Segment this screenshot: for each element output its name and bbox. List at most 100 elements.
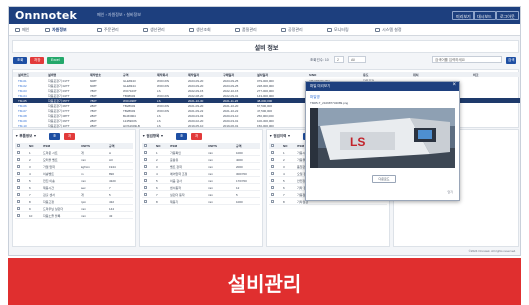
close-icon[interactable]: × — [452, 82, 456, 88]
row-checkbox[interactable] — [17, 151, 20, 154]
row-checkbox[interactable] — [271, 186, 274, 189]
checkbox-cell[interactable] — [271, 151, 274, 155]
row-checkbox[interactable] — [17, 179, 20, 182]
row-checkbox[interactable] — [17, 207, 20, 210]
close-link[interactable]: 닫기 — [447, 190, 453, 194]
menu-item-monitoring[interactable]: 모니터링 — [327, 27, 349, 33]
checkbox-cell[interactable] — [271, 144, 274, 148]
list-item[interactable]: 5 이음 검사 mm 170/700 — [142, 178, 260, 184]
list-item[interactable]: 4 에어압력 조정 mm 300/700 — [142, 171, 260, 177]
menu-item-main[interactable]: 메인 — [15, 27, 29, 33]
row-checkbox[interactable] — [17, 172, 20, 175]
checkbox-cell[interactable] — [271, 158, 274, 162]
list-item[interactable]: 6 센서동작 mm 12 — [142, 185, 260, 191]
row-checkbox[interactable] — [144, 179, 147, 182]
row-checkbox[interactable] — [144, 172, 147, 175]
row-checkbox[interactable] — [271, 172, 274, 175]
menu-item-settings[interactable]: 시스템 설정 — [375, 27, 402, 33]
checkbox-cell[interactable] — [271, 186, 274, 190]
row-checkbox[interactable] — [17, 186, 20, 189]
list-item[interactable]: 7 실린더 동작 min 5 — [142, 192, 260, 198]
list-item[interactable]: 3 벨트 장력 mm 2000 — [142, 164, 260, 170]
row-checkbox[interactable] — [17, 158, 20, 161]
checkbox-cell[interactable] — [17, 200, 20, 204]
logout-top-button[interactable]: 로그아웃 — [496, 11, 519, 20]
checkbox-cell[interactable] — [144, 186, 147, 190]
menu-item-orders[interactable]: 주문관리 — [97, 27, 119, 33]
row-checkbox[interactable] — [144, 158, 147, 161]
checkbox-cell[interactable] — [144, 158, 147, 162]
checkbox-cell[interactable] — [271, 172, 274, 176]
save-button[interactable]: 저장 — [30, 57, 45, 64]
excel-button[interactable]: Excel — [47, 57, 64, 64]
menu-item-resource[interactable]: 자원정보 — [45, 27, 67, 33]
panel-save-button[interactable]: 저장 — [191, 133, 203, 145]
row-checkbox[interactable] — [271, 158, 274, 161]
row-checkbox[interactable] — [144, 165, 147, 168]
checkbox-cell[interactable] — [17, 158, 20, 162]
checkbox-cell[interactable] — [271, 200, 274, 204]
search-button[interactable]: 조회 — [13, 57, 28, 64]
row-checkbox[interactable] — [271, 193, 274, 196]
row-checkbox[interactable] — [144, 151, 147, 154]
checkbox-cell[interactable] — [144, 179, 147, 183]
checkbox-cell[interactable] — [144, 200, 147, 204]
panel-search-button[interactable]: 조회 — [176, 133, 188, 145]
list-item[interactable]: 2 모터볼 벨트 mm A3 — [15, 157, 133, 163]
checkbox-cell[interactable] — [17, 151, 20, 155]
menu-item-process[interactable]: 공정관리 — [281, 27, 303, 33]
checkbox-cell[interactable] — [17, 172, 20, 176]
list-item[interactable]: 2 윤활유 mm 4000 — [142, 157, 260, 163]
list-item[interactable]: 9 드라우닝 실린더 mm 144 — [15, 206, 133, 212]
dashboard-top-button[interactable]: 대시보드 — [473, 11, 496, 20]
row-checkbox[interactable] — [271, 151, 274, 154]
checkbox-cell[interactable] — [144, 165, 147, 169]
checkbox-cell[interactable] — [271, 193, 274, 197]
list-item[interactable]: 7 검출 센서 개 5 — [15, 192, 133, 198]
row-checkbox[interactable] — [271, 144, 274, 147]
search-input[interactable]: 검색어를 입력하세요 — [432, 56, 502, 63]
row-checkbox[interactable] — [271, 200, 274, 203]
list-item[interactable]: 1 드라운 시트 개 A — [15, 150, 133, 156]
list-item[interactable]: 8 자동고정 rpm 432 — [15, 199, 133, 205]
checkbox-cell[interactable] — [144, 151, 147, 155]
checkbox-cell[interactable] — [144, 193, 147, 197]
list-item[interactable]: 1 가동확인 min 1000 — [142, 150, 260, 156]
row-checkbox[interactable] — [144, 193, 147, 196]
list-item[interactable]: 4 이송벨트 m 890 — [15, 171, 133, 177]
page-select[interactable]: 2 — [334, 56, 344, 63]
row-checkbox[interactable] — [17, 200, 20, 203]
menu-item-production-query[interactable]: 생산조회 — [189, 27, 211, 33]
menu-item-production[interactable]: 생산관리 — [143, 27, 165, 33]
row-checkbox[interactable] — [271, 165, 274, 168]
row-checkbox[interactable] — [144, 144, 147, 147]
list-item[interactable]: 10 자동노즐 블록 mm 43 — [15, 213, 133, 219]
panel-save-button[interactable]: 저장 — [64, 133, 76, 145]
list-item[interactable]: 6 제동시간 sec 7 — [15, 185, 133, 191]
checkbox-cell[interactable] — [144, 144, 147, 148]
menu-item-quality[interactable]: 품질관리 — [235, 27, 257, 33]
checkbox-cell[interactable] — [17, 207, 20, 211]
row-checkbox[interactable] — [17, 193, 20, 196]
row-checkbox[interactable] — [144, 186, 147, 189]
checkbox-cell[interactable] — [17, 179, 20, 183]
table-cell[interactable]: TM-10 — [18, 124, 27, 128]
checkbox-cell[interactable] — [271, 179, 274, 183]
list-item[interactable]: 5 전진 이송 mm 4320 — [15, 178, 133, 184]
filter-select[interactable]: All — [348, 56, 366, 63]
checkbox-cell[interactable] — [17, 193, 20, 197]
search-submit-button[interactable]: 검색 — [506, 57, 517, 64]
row-checkbox[interactable] — [17, 214, 20, 217]
row-checkbox[interactable] — [144, 200, 147, 203]
checkbox-cell[interactable] — [17, 165, 20, 169]
preview-top-button[interactable]: 미리보기 — [452, 11, 475, 20]
checkbox-cell[interactable] — [17, 214, 20, 218]
checkbox-cell[interactable] — [17, 144, 20, 148]
list-item[interactable]: 8 제동기 mm 1000 — [142, 199, 260, 205]
checkbox-cell[interactable] — [271, 165, 274, 169]
row-checkbox[interactable] — [271, 179, 274, 182]
checkbox-cell[interactable] — [144, 172, 147, 176]
download-button[interactable]: 다운로드 — [372, 175, 396, 183]
list-item[interactable]: 3 가열 압력 kgf/cm 1944 — [15, 164, 133, 170]
checkbox-cell[interactable] — [17, 186, 20, 190]
